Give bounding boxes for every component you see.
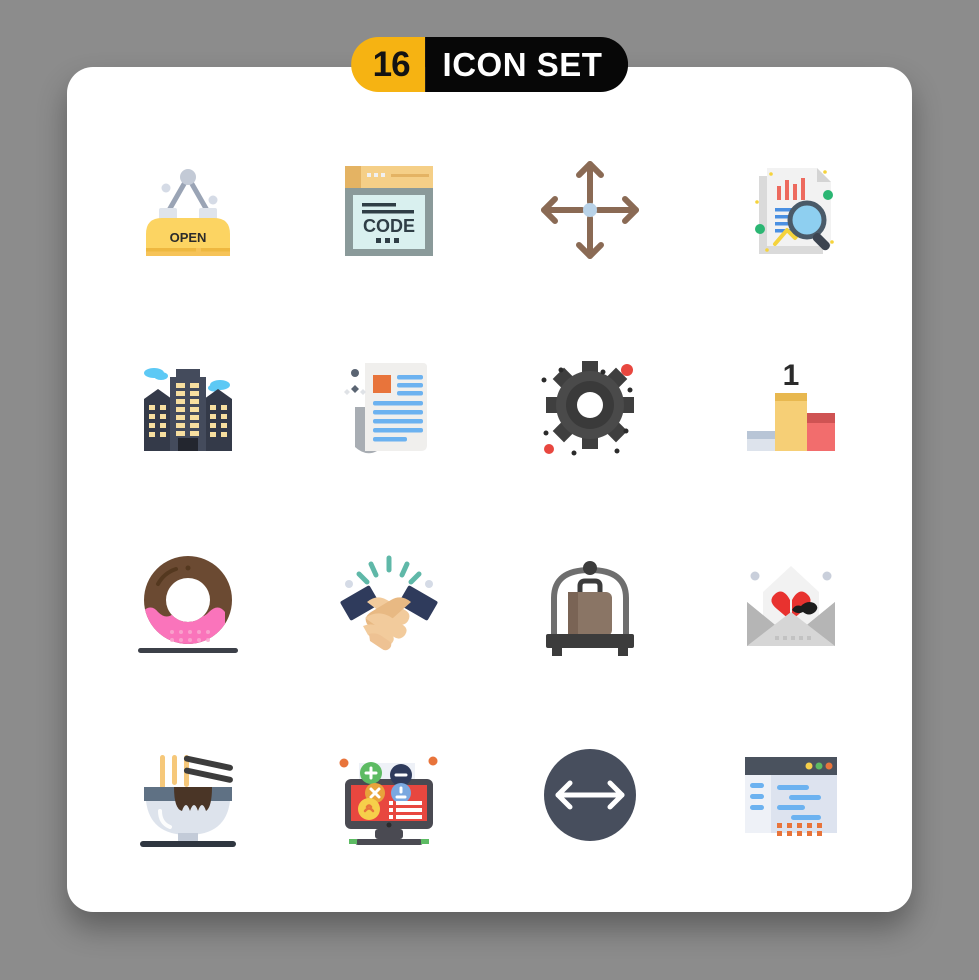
luggage-cart-icon[interactable] [530, 540, 650, 660]
dashboard-page-icon[interactable] [731, 735, 851, 855]
news-article-icon[interactable] [329, 345, 449, 465]
icon-cell-luggage-cart[interactable] [490, 502, 691, 697]
handshake-icon[interactable] [329, 540, 449, 660]
resize-arrow-icon[interactable] [530, 735, 650, 855]
icon-cell-resize-arrow[interactable] [490, 697, 691, 892]
move-arrows-icon[interactable] [530, 150, 650, 270]
office-building-icon[interactable] [128, 345, 248, 465]
icon-cell-noodle-bowl[interactable] [87, 697, 288, 892]
noodle-bowl-icon[interactable] [128, 735, 248, 855]
icon-cell-gear-settings[interactable] [490, 307, 691, 502]
icon-cell-data-analysis[interactable] [691, 112, 892, 307]
screenshot-root: 16 ICON SET OPEN CODE 1 [0, 0, 979, 980]
icon-cell-open-sign[interactable]: OPEN [87, 112, 288, 307]
code-browser-text: CODE [363, 216, 415, 236]
icon-grid: OPEN CODE 1 [67, 67, 912, 912]
open-sign-icon[interactable]: OPEN [128, 150, 248, 270]
icon-cell-donut[interactable] [87, 502, 288, 697]
data-analysis-icon[interactable] [731, 150, 851, 270]
icon-cell-love-letter[interactable] [691, 502, 892, 697]
icon-cell-winner-podium[interactable]: 1 [691, 307, 892, 502]
icon-set-badge: 16 ICON SET [350, 37, 629, 92]
love-letter-icon[interactable] [731, 540, 851, 660]
icon-cell-handshake[interactable] [288, 502, 489, 697]
code-browser-icon[interactable]: CODE [329, 150, 449, 270]
open-sign-text: OPEN [169, 230, 206, 245]
winner-podium-icon[interactable]: 1 [731, 345, 851, 465]
gear-settings-icon[interactable] [530, 345, 650, 465]
icon-cell-move-arrows[interactable] [490, 112, 691, 307]
badge-count: 16 [350, 37, 426, 92]
badge-title: ICON SET [425, 37, 629, 92]
icon-cell-dashboard-page[interactable] [691, 697, 892, 892]
icon-cell-news-article[interactable] [288, 307, 489, 502]
donut-icon[interactable] [128, 540, 248, 660]
online-ad-icon[interactable] [329, 735, 449, 855]
podium-rank-text: 1 [783, 359, 800, 392]
icon-cell-online-ad[interactable] [288, 697, 489, 892]
icon-cell-office-building[interactable] [87, 307, 288, 502]
icon-cell-code-browser[interactable]: CODE [288, 112, 489, 307]
